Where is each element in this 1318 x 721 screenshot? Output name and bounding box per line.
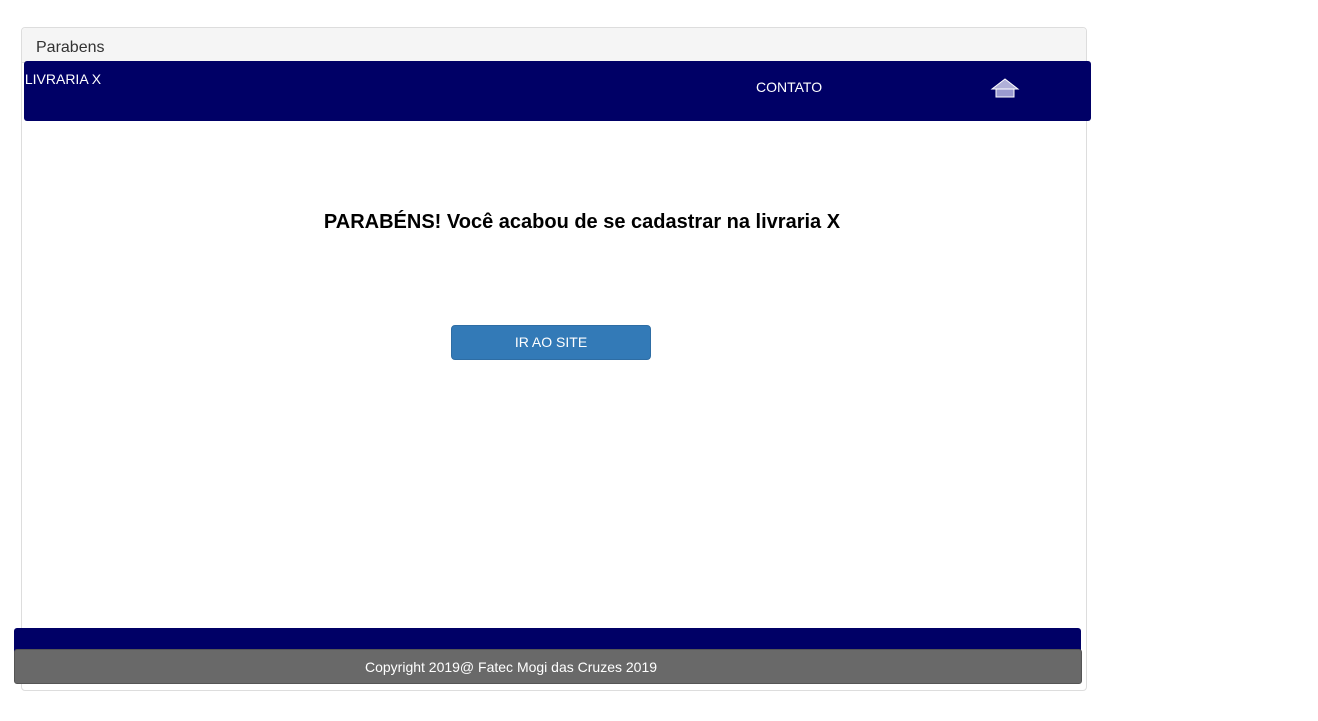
brand-logo[interactable]: LIVRARIA X (24, 71, 102, 87)
success-headline: PARABÉNS! Você acabou de se cadastrar na… (323, 211, 841, 233)
go-to-site-button[interactable]: IR AO SITE (451, 325, 651, 360)
panel-title: Parabens (36, 39, 105, 56)
footer: Copyright 2019@ Fatec Mogi das Cruzes 20… (14, 649, 1082, 684)
panel-heading: Parabens (22, 28, 1086, 63)
copyright-text: Copyright 2019@ Fatec Mogi das Cruzes 20… (364, 659, 658, 675)
nav-contato-link[interactable]: CONTATO (756, 79, 822, 95)
home-icon[interactable] (990, 77, 1020, 99)
top-navbar: LIVRARIA X CONTATO (24, 61, 1091, 121)
